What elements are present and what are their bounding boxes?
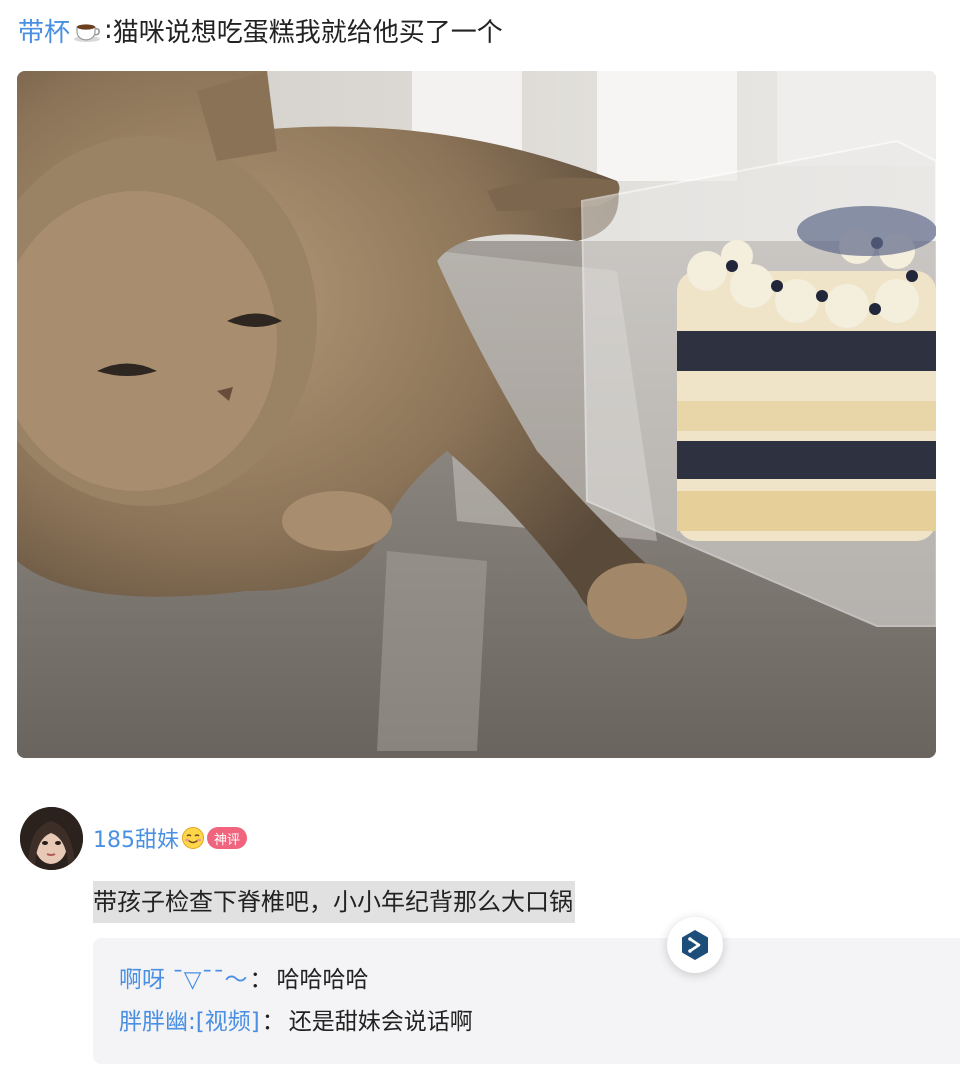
post-author-link[interactable]: 带杯: [18, 12, 70, 49]
photo-illustration: [17, 71, 936, 758]
reply-text: 哈哈哈哈: [276, 967, 369, 993]
post-header: 带杯 : 猫咪说想吃蛋糕我就给他买了一个: [18, 10, 503, 50]
share-hexagon-icon: [682, 930, 708, 960]
post-text: 猫咪说想吃蛋糕我就给他买了一个: [112, 17, 503, 48]
cat-with-cake-photo[interactable]: [17, 71, 936, 758]
reply-item[interactable]: 胖胖幽:[视频]： 还是甜妹会说话啊: [119, 1005, 473, 1039]
commenter-row: 185甜妹 神评: [93, 820, 248, 856]
share-float-button[interactable]: [667, 917, 723, 973]
post-separator: :: [104, 15, 113, 45]
reply-username[interactable]: 啊呀 ˉ▽ˉˉ～: [119, 967, 248, 993]
user-avatar[interactable]: [20, 807, 83, 870]
commenter-username[interactable]: 185甜妹: [93, 822, 179, 854]
reply-text: 还是甜妹会说话啊: [288, 1009, 473, 1035]
reply-separator: ：: [261, 1009, 285, 1035]
god-comment-badge: 神评: [207, 827, 248, 849]
avatar-image: [20, 807, 83, 870]
coffee-cup-icon: [74, 24, 101, 42]
reply-username[interactable]: 胖胖幽:[视频]: [119, 1009, 260, 1035]
comment-text[interactable]: 带孩子检查下脊椎吧，小小年纪背那么大口锅: [93, 881, 575, 923]
reply-separator: ：: [249, 967, 273, 993]
smiley-emoji-icon: [182, 827, 204, 849]
reply-item[interactable]: 啊呀 ˉ▽ˉˉ～： 哈哈哈哈: [119, 963, 369, 997]
replies-box[interactable]: 啊呀 ˉ▽ˉˉ～： 哈哈哈哈 胖胖幽:[视频]： 还是甜妹会说话啊: [93, 938, 960, 1064]
